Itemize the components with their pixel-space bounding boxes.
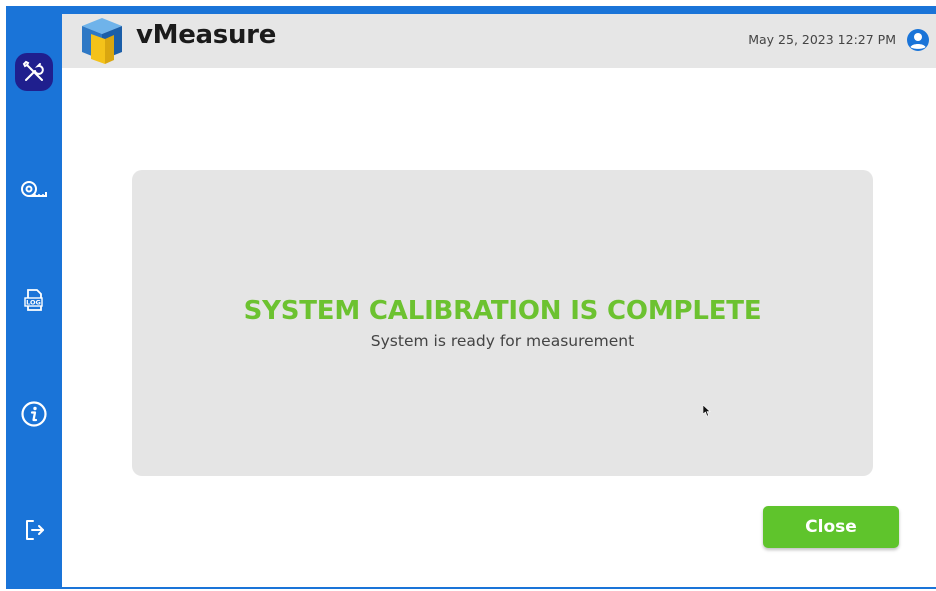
datetime-display: May 25, 2023 12:27 PM [748,32,896,47]
close-button[interactable]: Close [763,506,899,548]
sidebar-item-logout[interactable] [15,511,53,549]
user-account-icon[interactable] [906,28,930,52]
sidebar-item-log[interactable]: LOG [15,281,53,319]
sidebar-item-measure[interactable] [15,171,53,209]
sidebar-item-info[interactable] [15,395,53,433]
vmeasure-logo-icon [82,18,122,64]
calibration-status-panel: SYSTEM CALIBRATION IS COMPLETE System is… [132,170,873,476]
app-title: vMeasure [136,20,277,50]
sidebar: LOG [6,6,62,589]
logout-icon [26,520,44,540]
tools-icon [22,60,44,81]
sidebar-item-calibration[interactable] [15,53,53,91]
log-icon: LOG [24,289,43,311]
top-bar: vMeasure May 25, 2023 12:27 PM [62,14,936,68]
log-icon-label: LOG [26,299,41,307]
main-content: vMeasure May 25, 2023 12:27 PM SYSTEM CA… [62,14,936,587]
mouse-cursor-icon [703,405,711,417]
calibration-complete-title: SYSTEM CALIBRATION IS COMPLETE [243,296,762,326]
calibration-status-message: System is ready for measurement [370,332,635,350]
tape-measure-icon [21,181,47,197]
info-icon [21,401,47,427]
